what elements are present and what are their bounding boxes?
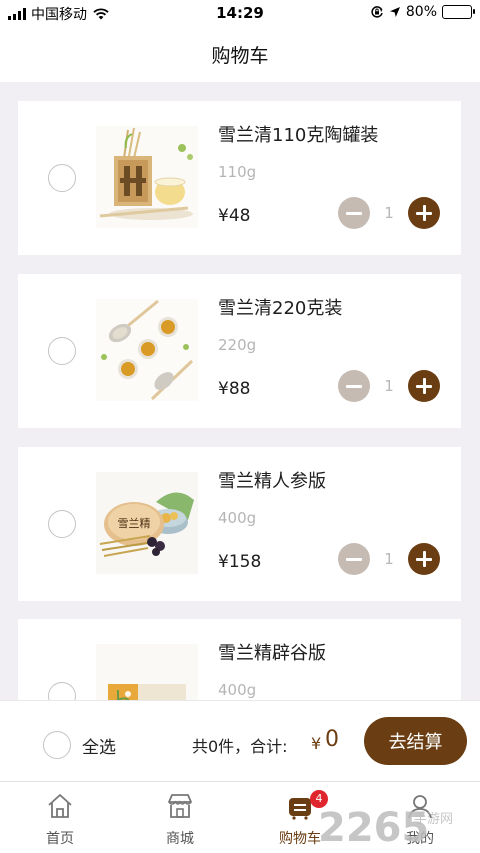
nav-bar: 购物车 [0, 26, 480, 82]
item-select-radio[interactable] [48, 682, 76, 700]
tin-lid-label: 雪兰精 [118, 517, 151, 530]
product-photo-tea-tin: 雪兰精 [96, 472, 198, 574]
qty-value: 1 [384, 377, 394, 395]
select-all-label[interactable]: 全选 [82, 733, 116, 758]
cart-item[interactable]: 雪兰精 雪兰精人参版 400g ¥158 1 [18, 447, 461, 601]
qty-value: 1 [384, 204, 394, 222]
tab-label: 首页 [46, 831, 74, 847]
status-bar: 中国移动 14:29 80% [0, 0, 480, 26]
product-price: ¥48 [218, 206, 251, 226]
product-name[interactable]: 雪兰精人参版 [218, 467, 326, 493]
tab-store[interactable]: 商城 [120, 782, 240, 853]
total-currency: ¥ [311, 734, 322, 753]
qty-decrease-button[interactable] [338, 370, 370, 402]
product-photo-tea-bag [96, 644, 198, 700]
item-select-radio[interactable] [48, 510, 76, 538]
product-price: ¥88 [218, 379, 251, 399]
tab-label: 商城 [166, 831, 194, 847]
checkout-button[interactable]: 去结算 [364, 717, 467, 765]
product-image[interactable] [96, 644, 198, 700]
qty-decrease-button[interactable] [338, 197, 370, 229]
product-image[interactable] [96, 299, 198, 401]
product-image[interactable]: 雪兰精 [96, 472, 198, 574]
cart-item[interactable]: 雪兰清220克装 220g ¥88 1 [18, 274, 461, 428]
product-spec: 220g [218, 336, 257, 354]
qty-increase-button[interactable] [408, 543, 440, 575]
qty-value: 1 [384, 550, 394, 568]
product-spec: 400g [218, 509, 257, 527]
cart-list[interactable]: 雪兰清110克陶罐装 110g ¥48 1 雪兰清220克装 220g ¥88 … [0, 82, 480, 700]
status-right: 80% [370, 4, 475, 20]
item-select-radio[interactable] [48, 164, 76, 192]
product-name[interactable]: 雪兰清220克装 [218, 294, 342, 320]
qty-increase-button[interactable] [408, 197, 440, 229]
product-name[interactable]: 雪兰清110克陶罐装 [218, 121, 378, 147]
qty-increase-button[interactable] [408, 370, 440, 402]
location-arrow-icon [389, 7, 400, 17]
watermark-subtext: 手游网 [414, 812, 453, 827]
product-spec: 110g [218, 163, 257, 181]
product-image[interactable] [96, 126, 198, 228]
product-price: ¥158 [218, 552, 262, 572]
product-spec: 400g [218, 681, 257, 699]
total-amount: 0 [325, 727, 339, 752]
home-icon [48, 794, 72, 818]
watermark-text: 2265 [318, 805, 429, 847]
cart-item[interactable]: 雪兰清110克陶罐装 110g ¥48 1 [18, 101, 461, 255]
product-photo-tea-cups [96, 299, 198, 401]
watermark-logo: 2265 手游网 [318, 805, 453, 847]
page-title: 购物车 [211, 44, 269, 67]
product-photo-tea-jar [96, 126, 198, 228]
battery-icon [442, 5, 475, 19]
battery-percent: 80% [405, 4, 437, 20]
product-name[interactable]: 雪兰精辟谷版 [218, 639, 326, 665]
item-select-radio[interactable] [48, 337, 76, 365]
checkout-bar: 全选 共0件，合计: ¥ 0 去结算 [0, 700, 480, 781]
select-all-radio[interactable] [43, 731, 71, 759]
cart-item[interactable]: 雪兰精辟谷版 400g [18, 619, 461, 700]
rotation-lock-icon [371, 6, 383, 18]
cart-summary: 共0件，合计: [192, 737, 288, 756]
store-icon [168, 794, 192, 818]
tab-home[interactable]: 首页 [0, 782, 120, 853]
qty-decrease-button[interactable] [338, 543, 370, 575]
